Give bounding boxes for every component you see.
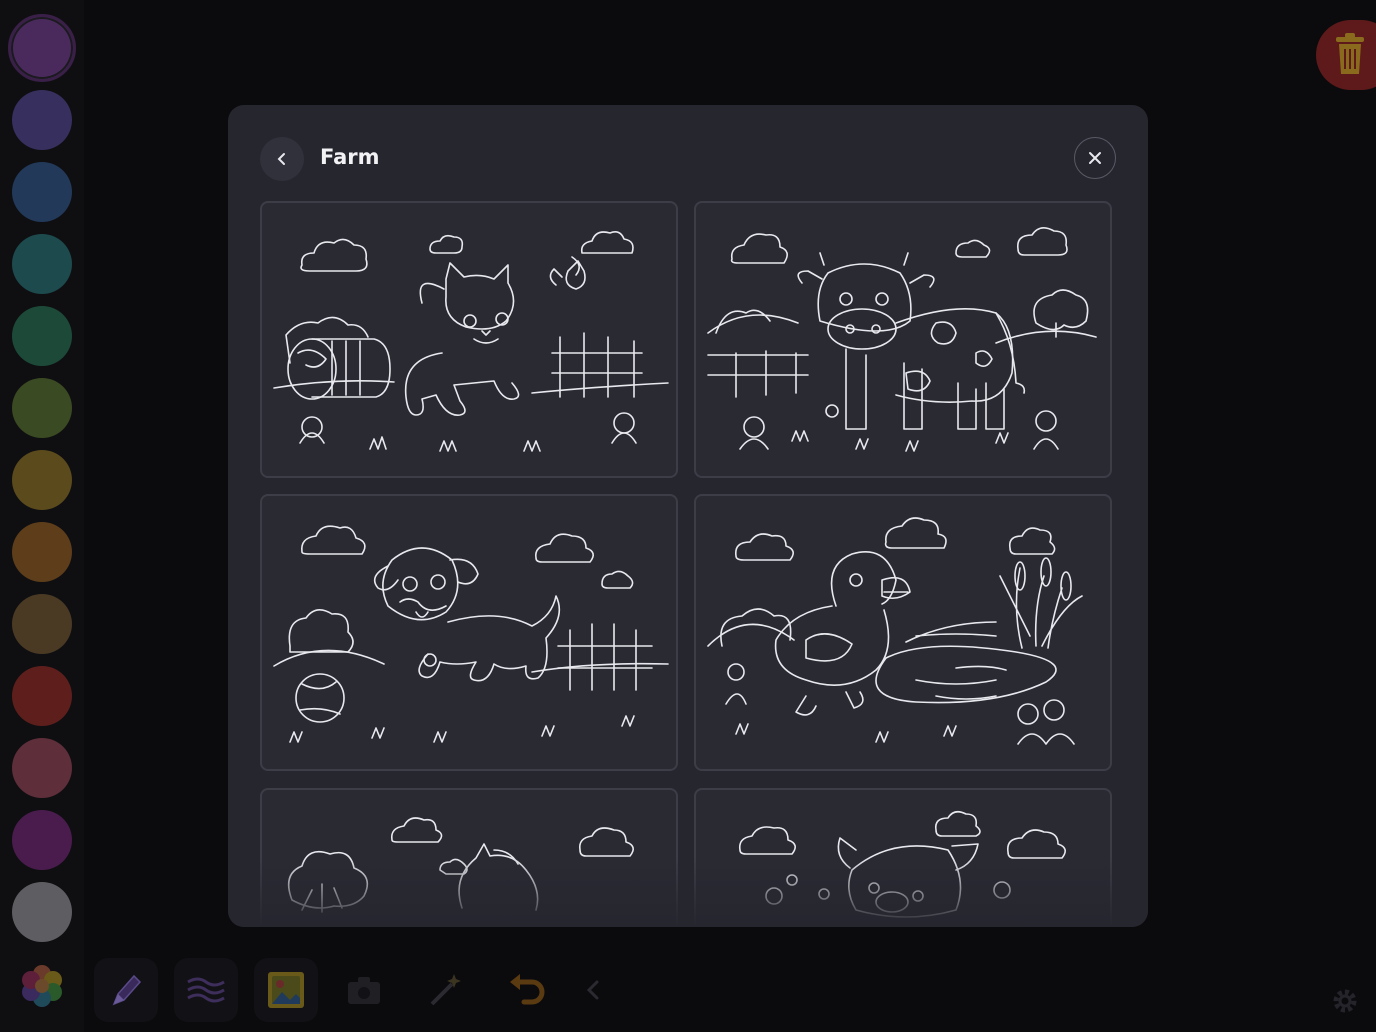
color-palette-sidebar xyxy=(0,0,84,1032)
color-swatch-green[interactable] xyxy=(12,306,72,366)
camera-icon xyxy=(348,977,380,1004)
color-swatch-gray[interactable] xyxy=(12,882,72,942)
gear-icon xyxy=(1333,989,1357,1013)
puppy-line-art xyxy=(273,525,669,743)
sticker-picture-button[interactable] xyxy=(254,958,318,1022)
color-swatch-mustard[interactable] xyxy=(12,450,72,510)
chevron-left-icon xyxy=(586,980,599,1000)
coloring-pages-dialog: Farm xyxy=(228,105,1148,927)
coloring-page-card-puppy[interactable] xyxy=(260,494,678,771)
settings-button[interactable] xyxy=(1328,984,1362,1018)
dialog-title: Farm xyxy=(320,145,380,169)
collapse-toolbar-button[interactable] xyxy=(580,976,608,1004)
color-swatch-pink[interactable] xyxy=(12,738,72,798)
brush-stroke-icon xyxy=(187,977,225,1003)
coloring-page-card-kitten[interactable] xyxy=(260,201,678,478)
undo-icon xyxy=(510,974,545,1005)
pig-line-art xyxy=(738,810,1066,918)
magic-wand-button[interactable] xyxy=(424,968,468,1012)
pen-tool-button[interactable] xyxy=(94,958,158,1022)
back-button[interactable] xyxy=(260,137,304,181)
trash-button[interactable] xyxy=(1316,20,1376,90)
brush-stroke-button[interactable] xyxy=(174,958,238,1022)
cow-line-art xyxy=(707,227,1097,452)
trash-icon xyxy=(1336,33,1364,74)
coloring-page-card-duckling[interactable] xyxy=(694,494,1112,771)
coloring-page-card-horse[interactable] xyxy=(260,788,678,927)
color-swatch-orange[interactable] xyxy=(12,522,72,582)
magic-wand-icon xyxy=(430,974,461,1006)
sticker-picture-icon xyxy=(268,972,304,1008)
horse-line-art xyxy=(287,817,634,913)
color-swatch-purple[interactable] xyxy=(8,14,76,82)
coloring-page-card-cow[interactable] xyxy=(694,201,1112,478)
color-wheel-button[interactable] xyxy=(14,958,70,1014)
color-swatch-brown[interactable] xyxy=(12,594,72,654)
color-swatch-teal[interactable] xyxy=(12,234,72,294)
color-swatch-red[interactable] xyxy=(12,666,72,726)
undo-button[interactable] xyxy=(504,968,548,1012)
duckling-line-art xyxy=(707,517,1083,745)
color-swatch-olive[interactable] xyxy=(12,378,72,438)
pen-tool-icon xyxy=(112,974,142,1006)
close-button[interactable] xyxy=(1074,137,1116,179)
color-swatch-magenta[interactable] xyxy=(12,810,72,870)
color-wheel-icon xyxy=(22,965,62,1007)
color-swatch-blue[interactable] xyxy=(12,162,72,222)
color-swatch-indigo[interactable] xyxy=(12,90,72,150)
coloring-page-card-pig[interactable] xyxy=(694,788,1112,927)
close-icon xyxy=(1089,152,1101,164)
camera-button[interactable] xyxy=(344,972,384,1008)
chevron-left-icon xyxy=(277,153,285,165)
kitten-line-art xyxy=(273,231,669,452)
